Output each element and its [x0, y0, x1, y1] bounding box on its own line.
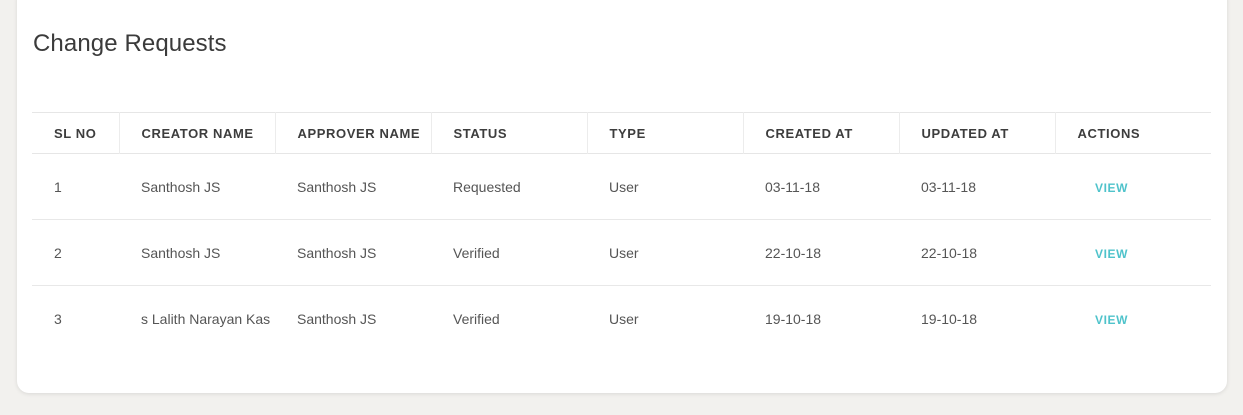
change-requests-table: SL NO CREATOR NAME APPROVER NAME STATUS …	[32, 112, 1211, 352]
cell-type: User	[609, 244, 639, 261]
cell-created-at: 03-11-18	[765, 178, 821, 195]
page-title: Change Requests	[33, 30, 227, 57]
table-header-row: SL NO CREATOR NAME APPROVER NAME STATUS …	[32, 112, 1211, 154]
column-header-created-at: CREATED AT	[743, 112, 900, 154]
column-header-sl-no: SL NO	[32, 112, 120, 154]
cell-status: Verified	[453, 244, 500, 261]
cell-actions: VIEW	[1055, 286, 1211, 352]
cell-creator-name: Santhosh JS	[141, 178, 221, 195]
cell-actions: VIEW	[1055, 220, 1211, 286]
cell-created-at: 22-10-18	[765, 244, 822, 261]
cell-creator-name: Santhosh JS	[141, 244, 221, 261]
cell-approver-name: Santhosh JS	[297, 310, 377, 327]
cell-creator-name: s Lalith Narayan Kas	[141, 310, 271, 327]
cell-approver-name: Santhosh JS	[297, 178, 377, 195]
cell-created-at: 19-10-18	[765, 310, 822, 327]
cell-sl-no: 3	[54, 310, 62, 327]
table-row: 2 Santhosh JS Santhosh JS Verified User …	[32, 220, 1211, 286]
view-link[interactable]: VIEW	[1095, 313, 1128, 327]
cell-actions: VIEW	[1055, 154, 1211, 220]
cell-updated-at: 19-10-18	[921, 310, 978, 327]
view-link[interactable]: VIEW	[1095, 181, 1128, 195]
table-row: 1 Santhosh JS Santhosh JS Requested User…	[32, 154, 1211, 220]
view-link[interactable]: VIEW	[1095, 247, 1128, 261]
cell-status: Verified	[453, 310, 500, 327]
change-requests-card: Change Requests SL NO CREATOR NAME APPRO…	[17, 0, 1227, 393]
column-header-status: STATUS	[431, 112, 588, 154]
column-header-approver-name: APPROVER NAME	[275, 112, 432, 154]
cell-status: Requested	[453, 178, 521, 195]
cell-sl-no: 2	[54, 244, 62, 261]
column-header-updated-at: UPDATED AT	[899, 112, 1056, 154]
cell-type: User	[609, 310, 639, 327]
column-header-creator-name: CREATOR NAME	[119, 112, 276, 154]
table-row: 3 s Lalith Narayan Kas Santhosh JS Verif…	[32, 286, 1211, 352]
cell-updated-at: 22-10-18	[921, 244, 978, 261]
cell-type: User	[609, 178, 639, 195]
column-header-type: TYPE	[587, 112, 744, 154]
column-header-actions: ACTIONS	[1077, 125, 1141, 141]
cell-updated-at: 03-11-18	[921, 178, 977, 195]
cell-sl-no: 1	[54, 178, 62, 195]
cell-approver-name: Santhosh JS	[297, 244, 377, 261]
